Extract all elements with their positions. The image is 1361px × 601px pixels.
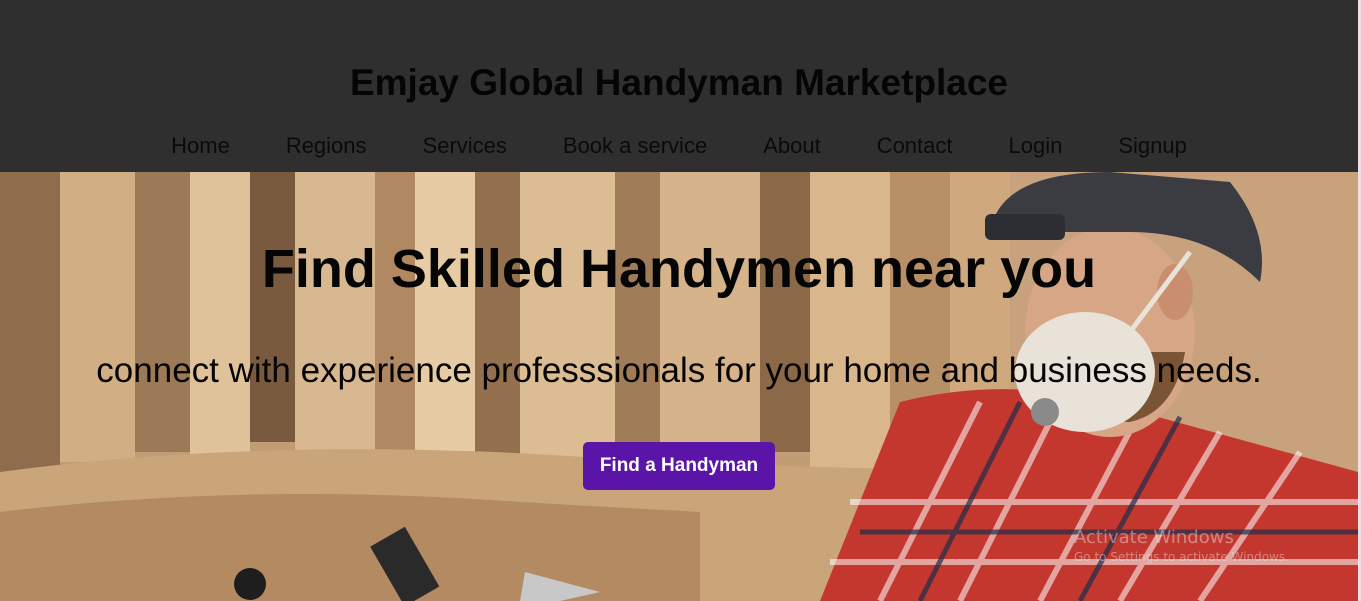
hero-title: Find Skilled Handymen near you [261, 239, 1097, 299]
main-nav: Home Regions Services Book a service Abo… [0, 130, 1358, 162]
activate-windows-watermark: Activate Windows Go to Settings to activ… [1074, 527, 1289, 565]
watermark-subtitle: Go to Settings to activate Windows. [1074, 550, 1289, 564]
nav-services[interactable]: Services [423, 130, 507, 162]
nav-signup[interactable]: Signup [1118, 130, 1187, 162]
hero-section: Find Skilled Handymen near you connect w… [0, 172, 1358, 601]
watermark-title: Activate Windows [1074, 527, 1234, 548]
nav-book-a-service[interactable]: Book a service [563, 130, 707, 162]
nav-home[interactable]: Home [171, 130, 230, 162]
find-a-handyman-button[interactable]: Find a Handyman [583, 442, 775, 490]
nav-login[interactable]: Login [1009, 130, 1063, 162]
hero-subtitle: connect with experience professsionals f… [96, 351, 1262, 390]
nav-about[interactable]: About [763, 130, 821, 162]
nav-regions[interactable]: Regions [286, 130, 367, 162]
site-title: Emjay Global Handyman Marketplace [349, 62, 1008, 103]
nav-contact[interactable]: Contact [877, 130, 953, 162]
site-header: Emjay Global Handyman Marketplace Home R… [0, 0, 1358, 172]
